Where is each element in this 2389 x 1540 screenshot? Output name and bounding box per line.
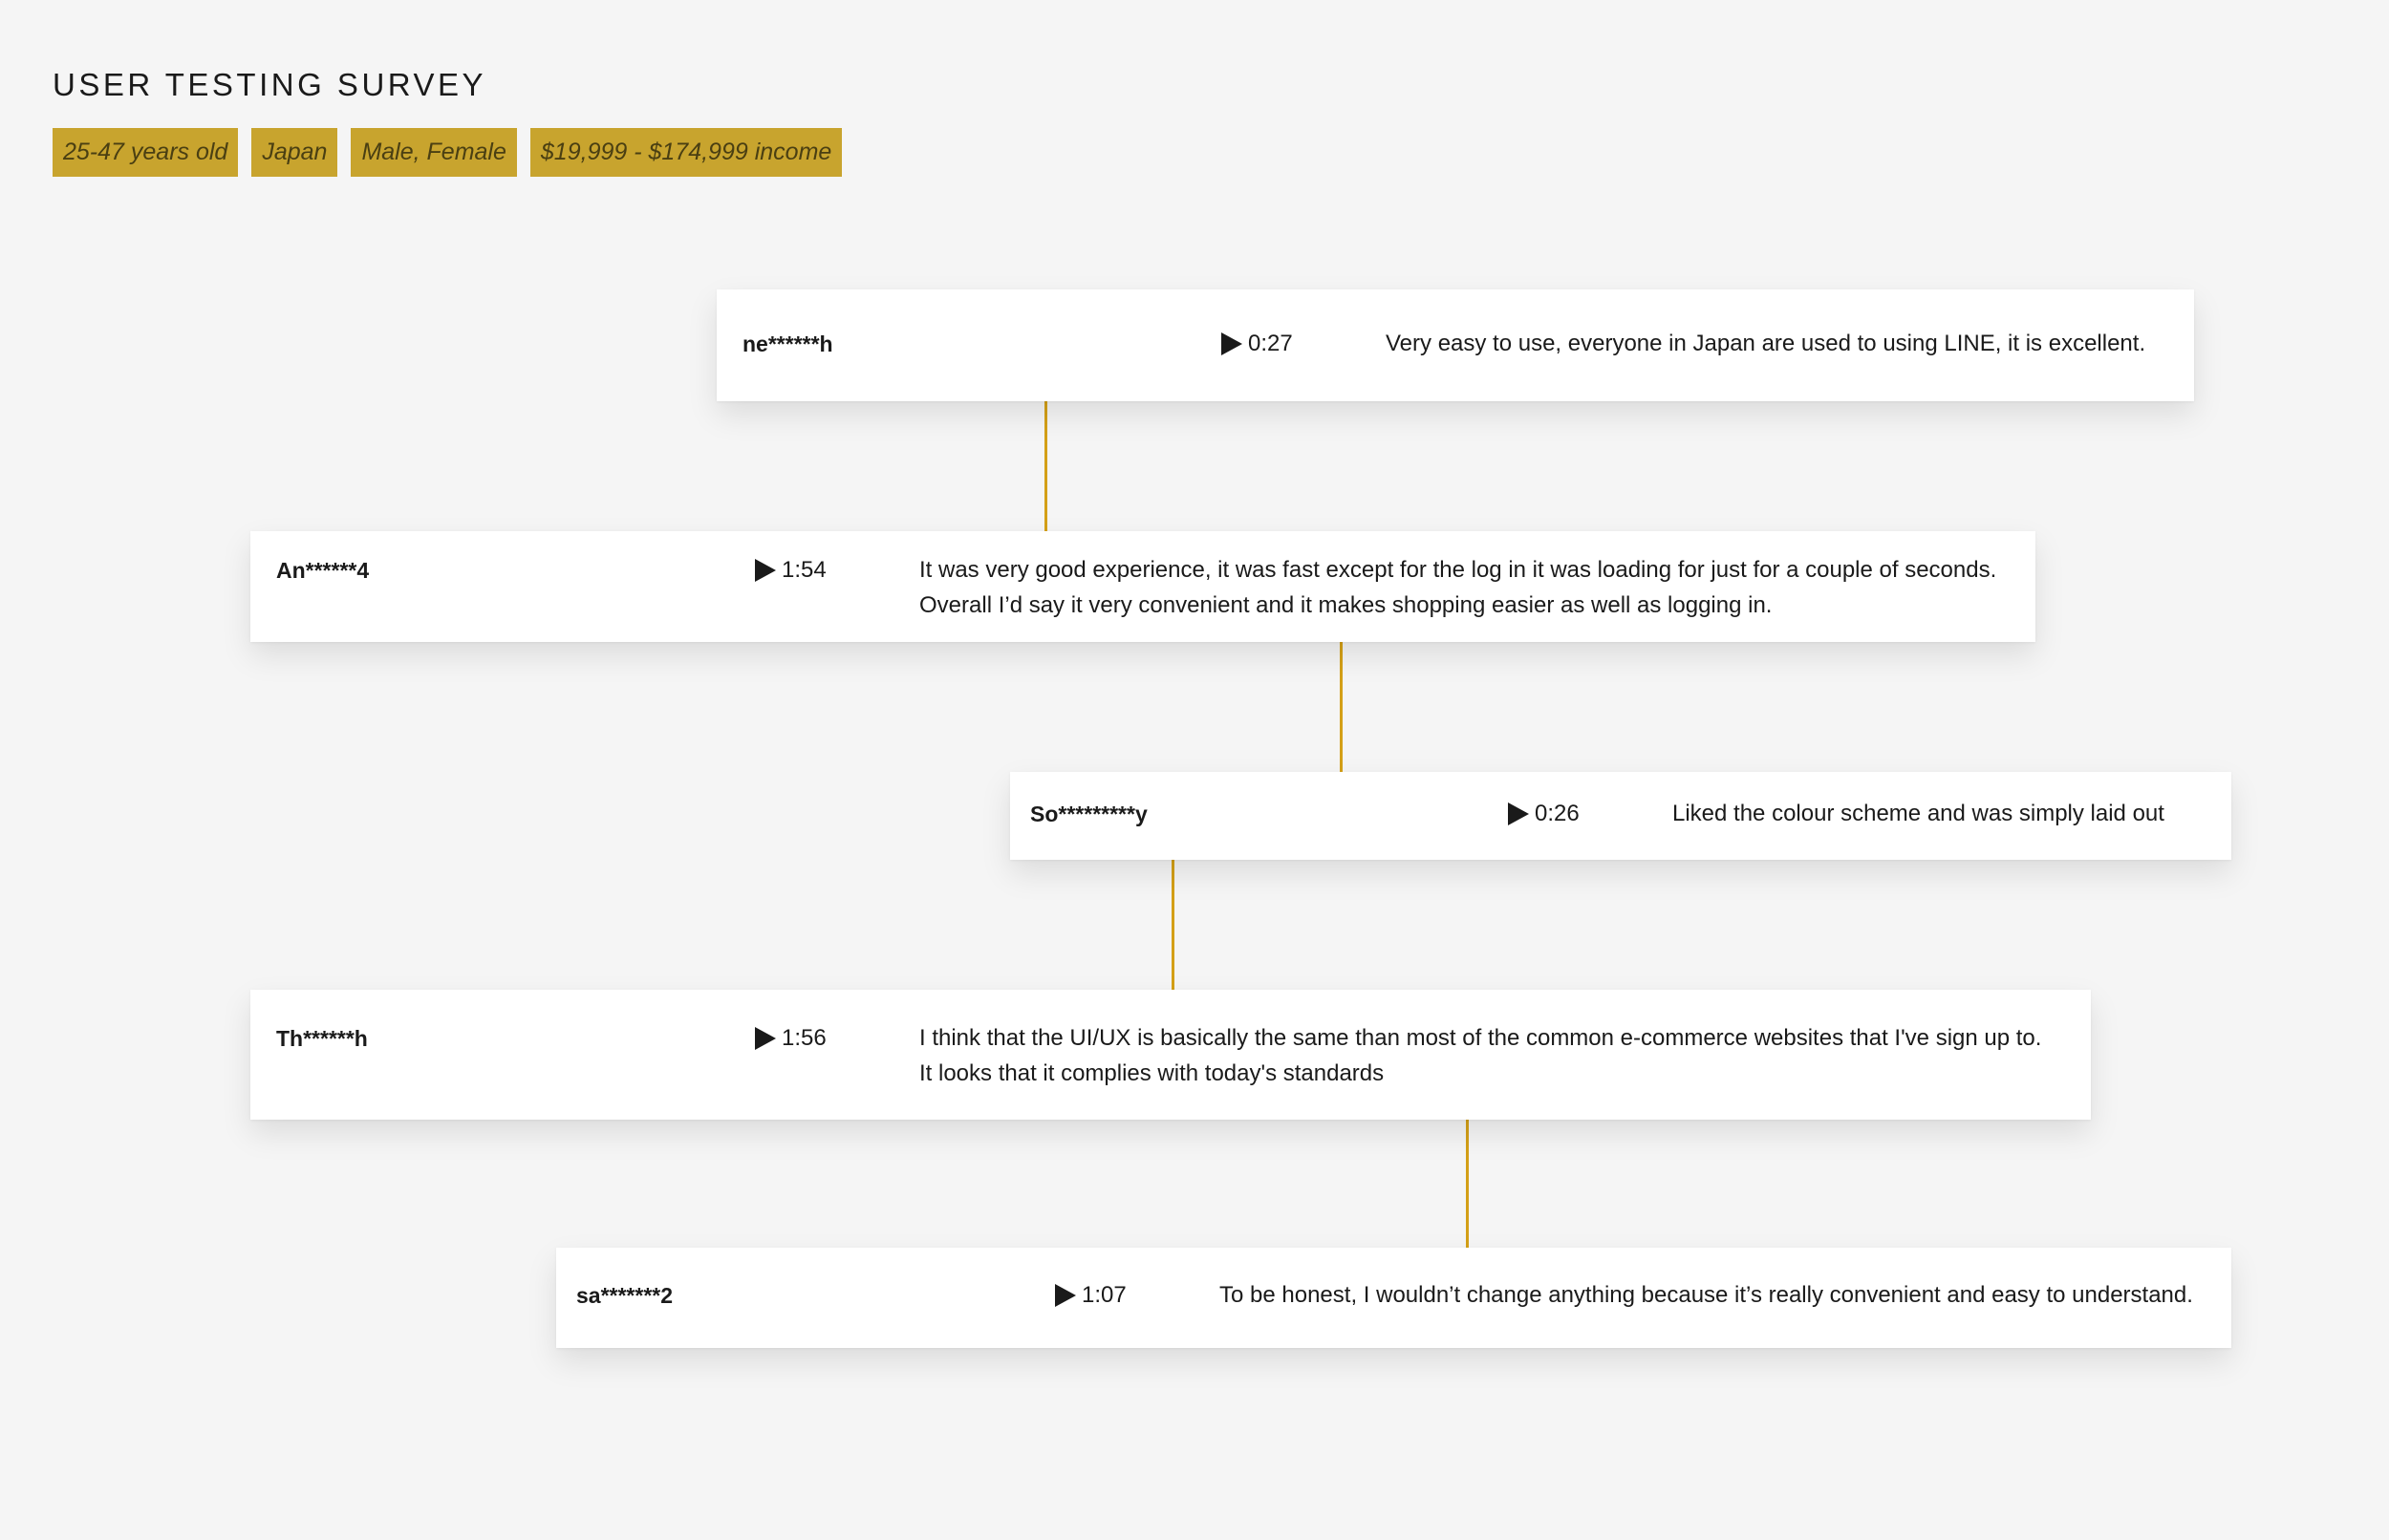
video-duration: 0:26 — [1535, 801, 1580, 826]
respondent-name: So*********y — [1030, 802, 1148, 826]
response-card: sa*******2 1:07 To be honest, I wouldn’t… — [556, 1248, 2231, 1348]
response-comment: I think that the UI/UX is basically the … — [919, 1020, 2041, 1091]
comment-line: It looks that it complies with today's s… — [919, 1060, 1385, 1086]
timeline-connector — [1044, 401, 1047, 531]
response-card: So*********y 0:26 Liked the colour schem… — [1010, 772, 2231, 860]
comment-line: Very easy to use, everyone in Japan are … — [1386, 331, 2146, 356]
respondent-name: sa*******2 — [576, 1283, 674, 1308]
respondent-name: Th******h — [276, 1026, 368, 1051]
video-play-button[interactable]: 0:27 — [1221, 331, 1293, 357]
page-title: USER TESTING SURVEY — [53, 67, 487, 102]
tag-gender: Male, Female — [351, 128, 517, 177]
tag-country: Japan — [251, 128, 338, 177]
response-comment: Very easy to use, everyone in Japan are … — [1386, 326, 2145, 361]
response-card: An******4 1:54 It was very good experien… — [250, 531, 2035, 642]
video-play-button[interactable]: 1:56 — [755, 1025, 827, 1052]
comment-line: Liked the colour scheme and was simply l… — [1672, 801, 2164, 826]
video-play-button[interactable]: 1:54 — [755, 557, 827, 584]
response-card: ne******h 0:27 Very easy to use, everyon… — [717, 289, 2194, 401]
timeline-connector — [1340, 642, 1343, 772]
play-icon — [755, 559, 776, 582]
tag-income: $19,999 - $174,999 income — [529, 128, 843, 177]
play-icon — [1055, 1284, 1076, 1307]
response-card: Th******h 1:56 I think that the UI/UX is… — [250, 990, 2091, 1120]
comment-line: Overall I’d say it very convenient and i… — [919, 592, 1773, 618]
video-play-button[interactable]: 0:26 — [1508, 801, 1580, 827]
video-duration: 0:27 — [1248, 331, 1293, 356]
respondent-name: An******4 — [276, 558, 370, 583]
tag-age: 25-47 years old — [53, 128, 239, 177]
play-icon — [1508, 802, 1529, 825]
timeline-connector — [1172, 860, 1174, 990]
filter-tags: 25-47 years old Japan Male, Female $19,9… — [53, 128, 843, 177]
video-duration: 1:07 — [1082, 1282, 1127, 1308]
comment-line: I think that the UI/UX is basically the … — [919, 1025, 2042, 1051]
play-icon — [755, 1027, 776, 1050]
video-duration: 1:54 — [782, 557, 827, 583]
video-duration: 1:56 — [782, 1025, 827, 1051]
response-comment: Liked the colour scheme and was simply l… — [1672, 796, 2164, 831]
respondent-name: ne******h — [743, 332, 833, 356]
video-play-button[interactable]: 1:07 — [1055, 1282, 1127, 1309]
comment-line: It was very good experience, it was fast… — [919, 557, 1997, 583]
comment-line: To be honest, I wouldn’t change anything… — [1219, 1282, 2193, 1308]
play-icon — [1221, 332, 1242, 355]
timeline-connector — [1466, 1120, 1469, 1248]
response-comment: To be honest, I wouldn’t change anything… — [1219, 1277, 2193, 1313]
response-comment: It was very good experience, it was fast… — [919, 552, 1996, 623]
